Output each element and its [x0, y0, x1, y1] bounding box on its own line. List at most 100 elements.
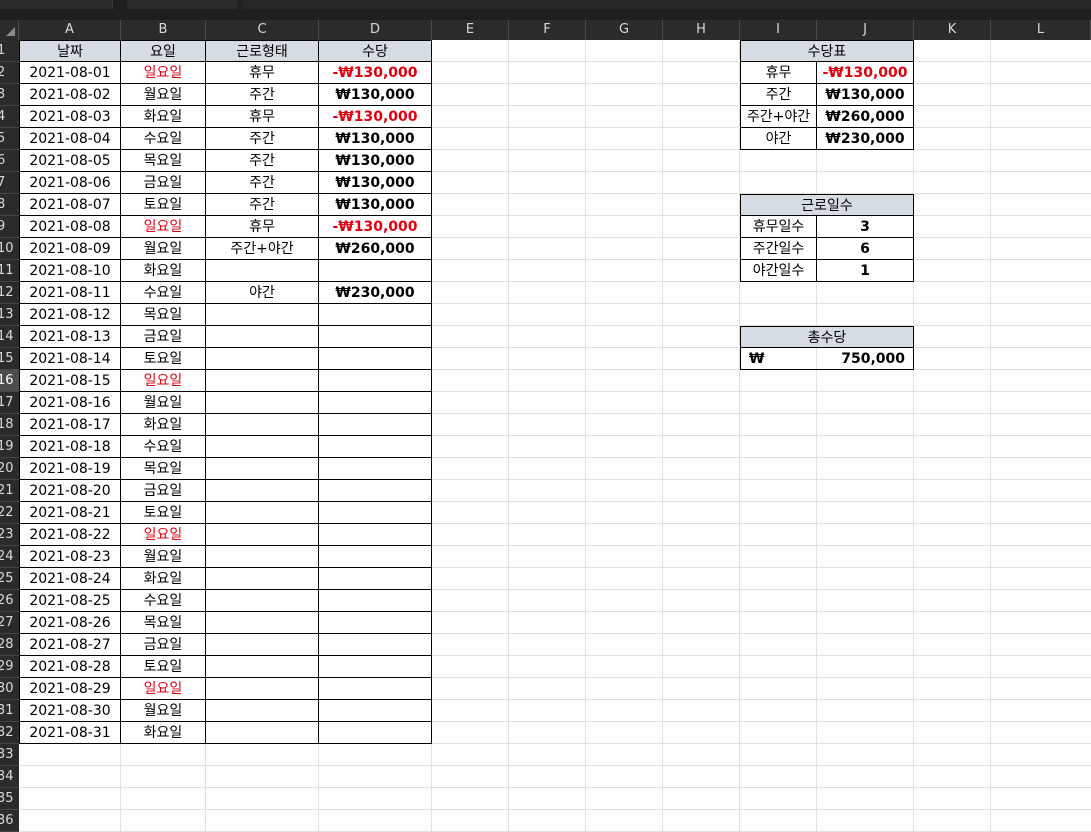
work-type-cell[interactable]	[206, 656, 319, 678]
row-header-27[interactable]: 27	[0, 612, 19, 634]
work-type-cell[interactable]	[206, 678, 319, 700]
date-cell[interactable]: 2021-08-28	[19, 656, 121, 678]
row-header-8[interactable]: 8	[0, 194, 19, 216]
row-header-36[interactable]: 36	[0, 810, 19, 832]
pay-cell[interactable]: ₩130,000	[319, 150, 432, 172]
column-header-e[interactable]: E	[432, 20, 509, 40]
pay-cell[interactable]	[319, 590, 432, 612]
pay-cell[interactable]	[319, 260, 432, 282]
work-type-cell[interactable]	[206, 348, 319, 370]
date-cell[interactable]: 2021-08-05	[19, 150, 121, 172]
weekday-cell[interactable]: 월요일	[121, 84, 206, 106]
main-header-0[interactable]: 날짜	[19, 40, 121, 62]
weekday-cell[interactable]: 일요일	[121, 62, 206, 84]
pay-cell[interactable]	[319, 370, 432, 392]
row-header-15[interactable]: 15	[0, 348, 19, 370]
column-header-h[interactable]: H	[663, 20, 740, 40]
pay-cell[interactable]	[319, 502, 432, 524]
work-type-cell[interactable]	[206, 458, 319, 480]
date-cell[interactable]: 2021-08-16	[19, 392, 121, 414]
work-type-cell[interactable]	[206, 480, 319, 502]
pay-cell[interactable]: ₩230,000	[319, 282, 432, 304]
work-type-cell[interactable]	[206, 414, 319, 436]
weekday-cell[interactable]: 금요일	[121, 172, 206, 194]
work-type-cell[interactable]: 주간	[206, 84, 319, 106]
date-cell[interactable]: 2021-08-20	[19, 480, 121, 502]
date-cell[interactable]: 2021-08-21	[19, 502, 121, 524]
formula-function-area[interactable]	[127, 0, 237, 9]
weekday-cell[interactable]: 목요일	[121, 612, 206, 634]
work-type-cell[interactable]	[206, 524, 319, 546]
workdays-value[interactable]: 6	[817, 238, 914, 260]
pay-cell[interactable]	[319, 656, 432, 678]
row-header-17[interactable]: 17	[0, 392, 19, 414]
row-header-23[interactable]: 23	[0, 524, 19, 546]
name-box[interactable]	[0, 0, 113, 9]
work-type-cell[interactable]	[206, 502, 319, 524]
main-header-3[interactable]: 수당	[319, 40, 432, 62]
row-header-1[interactable]: 1	[0, 40, 19, 62]
pay-cell[interactable]	[319, 392, 432, 414]
work-type-cell[interactable]: 휴무	[206, 62, 319, 84]
weekday-cell[interactable]: 화요일	[121, 260, 206, 282]
weekday-cell[interactable]: 목요일	[121, 458, 206, 480]
row-header-35[interactable]: 35	[0, 788, 19, 810]
row-header-9[interactable]: 9	[0, 216, 19, 238]
row-header-14[interactable]: 14	[0, 326, 19, 348]
weekday-cell[interactable]: 금요일	[121, 326, 206, 348]
row-header-5[interactable]: 5	[0, 128, 19, 150]
pay-cell[interactable]	[319, 634, 432, 656]
pay-cell[interactable]	[319, 304, 432, 326]
weekday-cell[interactable]: 월요일	[121, 392, 206, 414]
allowance-label[interactable]: 주간	[740, 84, 817, 106]
workdays-label[interactable]: 주간일수	[740, 238, 817, 260]
column-header-g[interactable]: G	[586, 20, 663, 40]
work-type-cell[interactable]: 주간	[206, 172, 319, 194]
weekday-cell[interactable]: 토요일	[121, 656, 206, 678]
column-header-k[interactable]: K	[914, 20, 991, 40]
weekday-cell[interactable]: 수요일	[121, 436, 206, 458]
column-header-l[interactable]: L	[991, 20, 1091, 40]
date-cell[interactable]: 2021-08-10	[19, 260, 121, 282]
date-cell[interactable]: 2021-08-22	[19, 524, 121, 546]
pay-cell[interactable]: -₩130,000	[319, 62, 432, 84]
row-header-20[interactable]: 20	[0, 458, 19, 480]
weekday-cell[interactable]: 일요일	[121, 370, 206, 392]
allowance-label[interactable]: 야간	[740, 128, 817, 150]
work-type-cell[interactable]	[206, 612, 319, 634]
pay-cell[interactable]	[319, 612, 432, 634]
weekday-cell[interactable]: 금요일	[121, 634, 206, 656]
pay-cell[interactable]	[319, 458, 432, 480]
workdays-label[interactable]: 휴무일수	[740, 216, 817, 238]
weekday-cell[interactable]: 토요일	[121, 502, 206, 524]
row-header-10[interactable]: 10	[0, 238, 19, 260]
work-type-cell[interactable]	[206, 590, 319, 612]
pay-cell[interactable]	[319, 480, 432, 502]
main-header-1[interactable]: 요일	[121, 40, 206, 62]
date-cell[interactable]: 2021-08-03	[19, 106, 121, 128]
allowance-table-title[interactable]: 수당표	[740, 40, 914, 62]
pay-cell[interactable]	[319, 678, 432, 700]
column-header-i[interactable]: I	[740, 20, 817, 40]
date-cell[interactable]: 2021-08-04	[19, 128, 121, 150]
date-cell[interactable]: 2021-08-15	[19, 370, 121, 392]
pay-cell[interactable]	[319, 700, 432, 722]
workdays-table-title[interactable]: 근로일수	[740, 194, 914, 216]
workdays-label[interactable]: 야간일수	[740, 260, 817, 282]
column-header-a[interactable]: A	[19, 20, 121, 40]
work-type-cell[interactable]: 주간	[206, 150, 319, 172]
date-cell[interactable]: 2021-08-29	[19, 678, 121, 700]
allowance-value[interactable]: ₩130,000	[817, 84, 914, 106]
row-header-30[interactable]: 30	[0, 678, 19, 700]
date-cell[interactable]: 2021-08-12	[19, 304, 121, 326]
pay-cell[interactable]: ₩130,000	[319, 194, 432, 216]
pay-cell[interactable]: ₩130,000	[319, 172, 432, 194]
weekday-cell[interactable]: 수요일	[121, 590, 206, 612]
row-header-4[interactable]: 4	[0, 106, 19, 128]
row-header-31[interactable]: 31	[0, 700, 19, 722]
date-cell[interactable]: 2021-08-27	[19, 634, 121, 656]
date-cell[interactable]: 2021-08-09	[19, 238, 121, 260]
weekday-cell[interactable]: 화요일	[121, 414, 206, 436]
work-type-cell[interactable]: 야간	[206, 282, 319, 304]
pay-cell[interactable]	[319, 546, 432, 568]
